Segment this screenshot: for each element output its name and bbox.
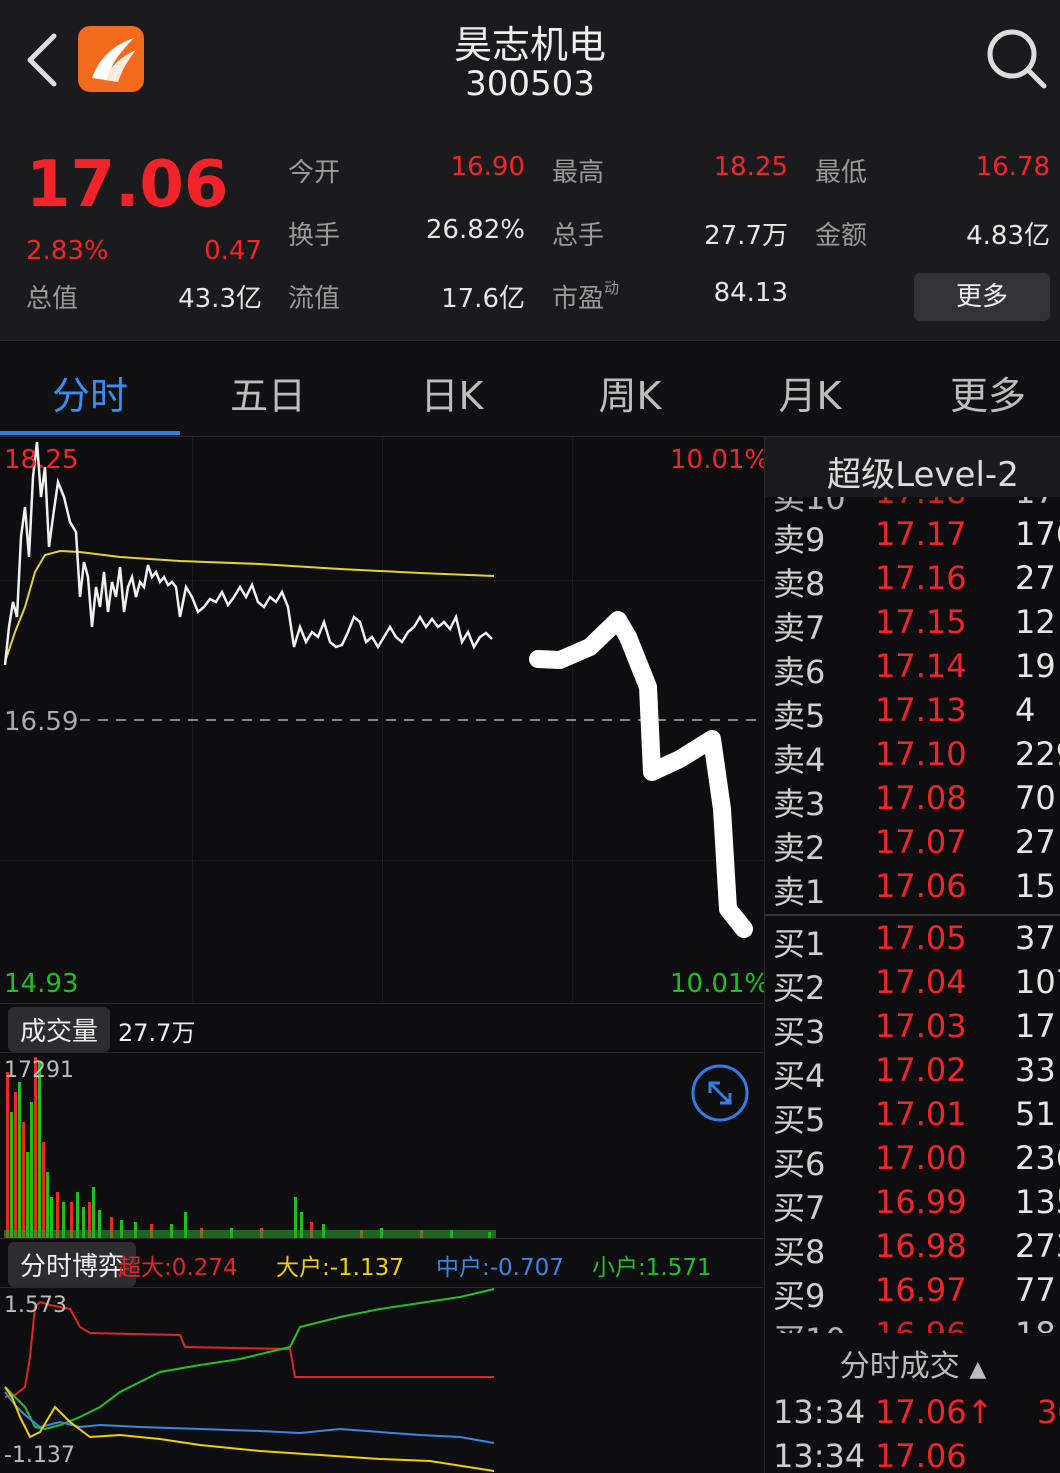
price-line: [3, 441, 493, 666]
order-book-row: 买5 17.01 51: [773, 1095, 1056, 1139]
volume-label: 总手: [552, 221, 605, 251]
order-book-row: 买9 16.97 77: [773, 1271, 1056, 1315]
order-book-row: 卖1 17.06 15: [773, 867, 1056, 911]
order-book-row: 卖3 17.08 70: [773, 779, 1056, 823]
volume-value: 27.7万: [704, 221, 788, 251]
order-book-row: 卖6 17.14 19: [773, 647, 1056, 691]
order-book-row: 卖417.10229: [773, 735, 1060, 779]
tab-daily-k[interactable]: 日K: [372, 365, 532, 420]
current-price: 17.06: [26, 148, 229, 222]
tab-more[interactable]: 更多: [908, 365, 1060, 420]
flow-top-label: 1.573: [4, 1293, 67, 1318]
app-header: 昊志机电 300503: [0, 0, 1060, 140]
tab-active-indicator: [0, 431, 180, 435]
stock-code: 300503: [465, 64, 595, 104]
turnover-label: 换手: [288, 221, 341, 251]
drawn-annotation: [529, 611, 753, 938]
change-percent: 2.83%: [26, 236, 109, 266]
level2-title-overlay: 超级Level-2: [827, 455, 1019, 495]
float-cap-label: 流值: [288, 284, 341, 314]
flow-bottom-label: -1.137: [4, 1443, 75, 1468]
volume-total: 27.7万: [118, 1019, 196, 1047]
tab-weekly-k[interactable]: 周K: [550, 365, 710, 420]
high-value: 18.25: [713, 152, 788, 182]
flow-large: 大户:-1.137: [276, 1255, 404, 1281]
flow-panel-label[interactable]: 分时博弈: [8, 1242, 137, 1287]
open-value: 16.90: [450, 152, 525, 182]
price-high-label: 18.25: [4, 445, 79, 475]
pe-label: 市盈动: [552, 279, 620, 314]
flow-medium: 中户:-0.707: [436, 1255, 564, 1281]
tab-monthly-k[interactable]: 月K: [730, 365, 890, 420]
chart-area: 18.25 10.01% 16.59 14.93 10.01% 成交量 27.7…: [0, 437, 769, 1473]
order-book-row: 买816.98273: [773, 1227, 1060, 1271]
trade-row: 13:34 17.06: [773, 1437, 967, 1473]
flow-chart: [4, 1288, 495, 1472]
stock-name: 昊志机电: [453, 23, 606, 67]
order-book-row: 卖8 17.16 27: [773, 559, 1056, 603]
price-low-label: 14.93: [4, 969, 79, 999]
open-label: 今开: [288, 158, 341, 188]
order-book-row: 买716.99135: [773, 1183, 1060, 1227]
order-book-row: 卖5 17.13 4: [773, 691, 1036, 735]
order-book-row: 买4 17.02 33: [773, 1051, 1056, 1095]
order-book-panel: 超级Level-2 卖1017.1817 超级Level-2 卖917.1717…: [764, 437, 1060, 1473]
expand-icon[interactable]: [690, 1063, 750, 1123]
volume-bars: [4, 1057, 496, 1238]
flow-super-large: 超大:0.274: [118, 1255, 238, 1281]
turnover-value: 26.82%: [425, 215, 525, 245]
high-label: 最高: [552, 158, 605, 188]
volume-max-label: 17291: [4, 1058, 74, 1083]
pct-low-label: 10.01%: [670, 969, 770, 999]
market-cap-value: 43.3亿: [178, 284, 262, 314]
intraday-price-chart[interactable]: [0, 437, 763, 1002]
chevron-up-icon: ▲: [969, 1357, 987, 1382]
more-button[interactable]: 更多: [914, 273, 1050, 321]
amount-value: 4.83亿: [966, 221, 1050, 251]
float-cap-value: 17.6亿: [441, 284, 525, 314]
search-icon[interactable]: [984, 26, 1048, 90]
flow-small: 小户:1.571: [592, 1255, 712, 1281]
order-book-row: 卖7 17.15 12: [773, 603, 1056, 647]
order-book-row: 买217.04107: [773, 963, 1060, 1007]
trade-row: 13:3417.06↑30: [773, 1393, 1060, 1431]
low-label: 最低: [815, 158, 868, 188]
chart-tabs: 分时 五日 日K 周K 月K 更多: [0, 343, 1060, 437]
trades-title[interactable]: 分时成交 ▲: [765, 1341, 1060, 1385]
low-value: 16.78: [975, 152, 1050, 182]
order-book-row: 卖2 17.07 27: [773, 823, 1056, 867]
pe-value: 84.13: [713, 278, 788, 308]
tab-five-day[interactable]: 五日: [188, 365, 348, 420]
amount-label: 金额: [815, 221, 868, 251]
tab-intraday[interactable]: 分时: [10, 365, 170, 420]
order-book-row: 买3 17.03 17: [773, 1007, 1056, 1051]
order-book-row: 卖917.17176: [773, 515, 1060, 559]
quote-panel: 17.06 2.83% 0.47 今开 16.90 最高 18.25 最低 16…: [0, 140, 1060, 341]
pct-high-label: 10.01%: [670, 445, 770, 475]
order-book-row: 买617.00236: [773, 1139, 1060, 1183]
volume-panel-label[interactable]: 成交量: [8, 1007, 111, 1052]
order-book-row: 买1 17.05 37: [773, 919, 1056, 963]
change-amount: 0.47: [204, 236, 262, 266]
prev-close-label: 16.59: [4, 707, 79, 737]
market-cap-label: 总值: [26, 284, 79, 314]
